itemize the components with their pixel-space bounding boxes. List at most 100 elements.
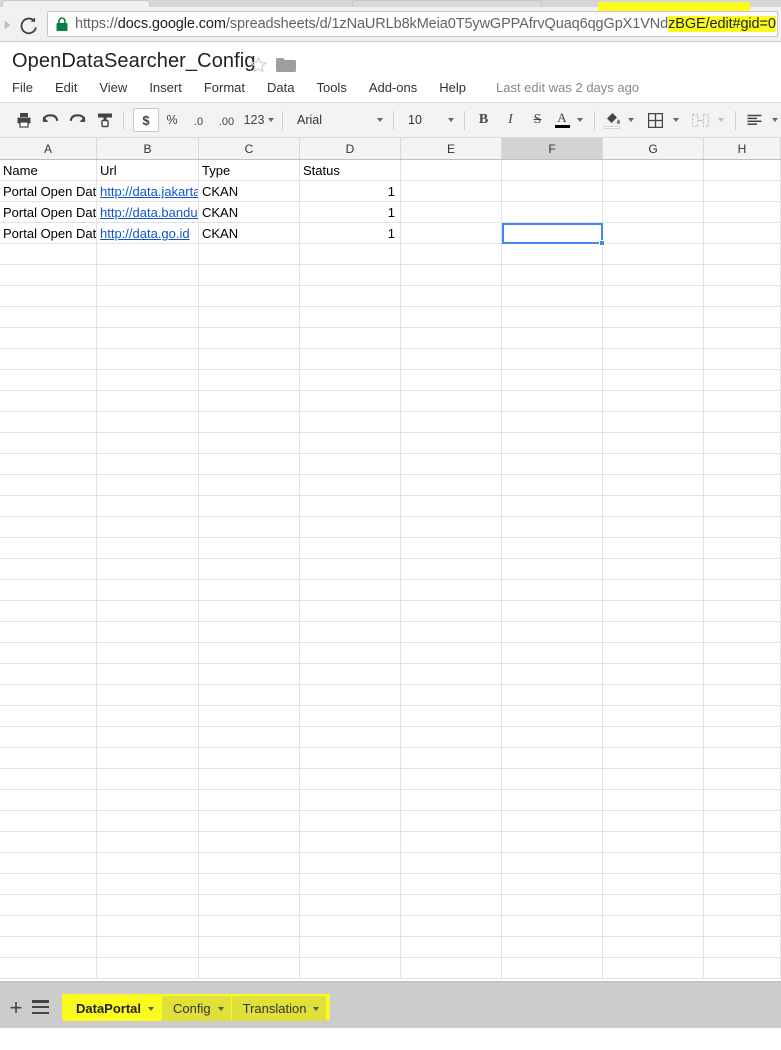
menu-item-file[interactable]: File: [12, 80, 33, 95]
cell-C12[interactable]: [199, 391, 300, 412]
cell-C2[interactable]: CKAN: [199, 181, 300, 202]
bold-button[interactable]: B: [470, 107, 497, 133]
grid-row[interactable]: [0, 937, 781, 958]
cell-F6[interactable]: [502, 265, 603, 286]
cell-A32[interactable]: [0, 811, 97, 832]
italic-button[interactable]: I: [497, 107, 524, 133]
cell-E38[interactable]: [401, 937, 502, 958]
cell-B9[interactable]: [97, 328, 199, 349]
cell-G14[interactable]: [603, 433, 704, 454]
cell-D6[interactable]: [300, 265, 401, 286]
cell-F13[interactable]: [502, 412, 603, 433]
cell-H9[interactable]: [704, 328, 781, 349]
cell-H31[interactable]: [704, 790, 781, 811]
cell-B33[interactable]: [97, 832, 199, 853]
cell-F22[interactable]: [502, 601, 603, 622]
cell-D36[interactable]: [300, 895, 401, 916]
cell-H23[interactable]: [704, 622, 781, 643]
cell-G32[interactable]: [603, 811, 704, 832]
cell-C30[interactable]: [199, 769, 300, 790]
cell-G18[interactable]: [603, 517, 704, 538]
cell-A28[interactable]: [0, 727, 97, 748]
cell-F8[interactable]: [502, 307, 603, 328]
cell-C32[interactable]: [199, 811, 300, 832]
sheet-tab-translation[interactable]: Translation: [231, 996, 327, 1021]
cell-F36[interactable]: [502, 895, 603, 916]
cell-E10[interactable]: [401, 349, 502, 370]
cell-E3[interactable]: [401, 202, 502, 223]
cell-D18[interactable]: [300, 517, 401, 538]
cell-F21[interactable]: [502, 580, 603, 601]
cell-G27[interactable]: [603, 706, 704, 727]
cell-F31[interactable]: [502, 790, 603, 811]
cell-C33[interactable]: [199, 832, 300, 853]
back-arrow-icon[interactable]: [0, 18, 14, 32]
cell-E8[interactable]: [401, 307, 502, 328]
cell-F27[interactable]: [502, 706, 603, 727]
cell-F7[interactable]: [502, 286, 603, 307]
cell-B8[interactable]: [97, 307, 199, 328]
cell-G35[interactable]: [603, 874, 704, 895]
cell-A39[interactable]: [0, 958, 97, 979]
cell-G39[interactable]: [603, 958, 704, 979]
cell-A24[interactable]: [0, 643, 97, 664]
cell-D37[interactable]: [300, 916, 401, 937]
cell-A8[interactable]: [0, 307, 97, 328]
cell-C34[interactable]: [199, 853, 300, 874]
cell-B18[interactable]: [97, 517, 199, 538]
print-icon[interactable]: [10, 107, 37, 133]
grid-row[interactable]: [0, 286, 781, 307]
grid-row[interactable]: [0, 895, 781, 916]
cell-E7[interactable]: [401, 286, 502, 307]
cell-H17[interactable]: [704, 496, 781, 517]
cell-E28[interactable]: [401, 727, 502, 748]
cell-G7[interactable]: [603, 286, 704, 307]
cell-C5[interactable]: [199, 244, 300, 265]
cell-D32[interactable]: [300, 811, 401, 832]
cell-F32[interactable]: [502, 811, 603, 832]
cell-D26[interactable]: [300, 685, 401, 706]
cell-D1[interactable]: Status: [300, 160, 401, 181]
cell-H25[interactable]: [704, 664, 781, 685]
chevron-down-icon[interactable]: [217, 1006, 224, 1011]
cell-A7[interactable]: [0, 286, 97, 307]
cell-F23[interactable]: [502, 622, 603, 643]
cell-G3[interactable]: [603, 202, 704, 223]
grid-body[interactable]: NameUrlTypeStatusPortal Open Data Jakart…: [0, 160, 781, 981]
cell-E39[interactable]: [401, 958, 502, 979]
grid-row[interactable]: [0, 538, 781, 559]
cell-C26[interactable]: [199, 685, 300, 706]
grid-row[interactable]: Portal Open Data Jakartahttp://data.jaka…: [0, 181, 781, 202]
grid-row[interactable]: [0, 328, 781, 349]
grid-row[interactable]: [0, 370, 781, 391]
cell-C19[interactable]: [199, 538, 300, 559]
menu-item-edit[interactable]: Edit: [55, 80, 77, 95]
cell-A21[interactable]: [0, 580, 97, 601]
cell-G17[interactable]: [603, 496, 704, 517]
grid-row[interactable]: [0, 559, 781, 580]
cell-B2[interactable]: http://data.jakarta.go.id: [97, 181, 199, 202]
cell-C8[interactable]: [199, 307, 300, 328]
cell-D9[interactable]: [300, 328, 401, 349]
cell-C9[interactable]: [199, 328, 300, 349]
cell-B25[interactable]: [97, 664, 199, 685]
cell-A6[interactable]: [0, 265, 97, 286]
cell-D38[interactable]: [300, 937, 401, 958]
menu-item-addons[interactable]: Add-ons: [369, 80, 417, 95]
cell-F10[interactable]: [502, 349, 603, 370]
grid-row[interactable]: [0, 727, 781, 748]
cell-H3[interactable]: [704, 202, 781, 223]
grid-row[interactable]: [0, 433, 781, 454]
cell-F12[interactable]: [502, 391, 603, 412]
cell-G4[interactable]: [603, 223, 704, 244]
chevron-down-icon[interactable]: [673, 118, 679, 122]
all-sheets-icon[interactable]: [32, 998, 52, 1016]
cell-G33[interactable]: [603, 832, 704, 853]
cell-F39[interactable]: [502, 958, 603, 979]
cell-H10[interactable]: [704, 349, 781, 370]
cell-E27[interactable]: [401, 706, 502, 727]
add-sheet-button[interactable]: +: [4, 996, 28, 1020]
cell-C4[interactable]: CKAN: [199, 223, 300, 244]
cell-A31[interactable]: [0, 790, 97, 811]
cell-H13[interactable]: [704, 412, 781, 433]
